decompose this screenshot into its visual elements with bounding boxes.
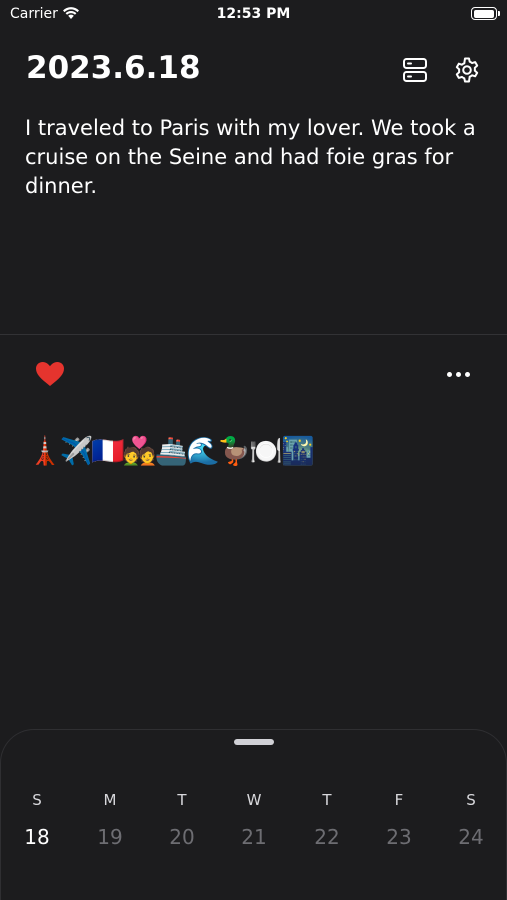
diary-screen: Carrier 12:53 PM 2023.6.18 I traveled to… [0,0,507,900]
day-cell[interactable]: 22 [302,816,352,858]
server-stack-icon [403,58,427,82]
status-bar: Carrier 12:53 PM [0,0,507,30]
page-title: 2023.6.18 [26,50,201,86]
weekday-label: S [466,791,476,809]
entry-text: I traveled to Paris with my lover. We to… [25,116,476,198]
sheet-grabber-handle[interactable] [234,739,274,745]
heart-icon [36,362,64,386]
weekday-label: T [322,791,332,809]
weekday-label: T [177,791,187,809]
like-button[interactable] [34,360,66,388]
gear-icon [455,57,479,83]
day-number: 20 [169,825,195,849]
settings-button[interactable] [452,55,482,85]
day-cell-selected[interactable]: 18 [12,816,62,858]
day-number: 22 [314,825,340,849]
weekday-label: W [246,791,262,809]
more-dot [455,371,461,377]
weekday-label: S [32,791,42,809]
day-number: 19 [97,825,123,849]
day-cell[interactable]: 24 [446,816,496,858]
weekday-label: F [394,791,404,809]
calendar-sheet[interactable] [0,729,507,900]
more-dot [446,371,452,377]
day-number: 23 [386,825,412,849]
day-number: 24 [458,825,484,849]
day-number: 21 [241,825,267,849]
divider [0,334,507,335]
status-time: 12:53 PM [216,6,291,22]
battery-icon [471,7,500,20]
day-cell[interactable]: 23 [374,816,424,858]
day-cell[interactable]: 19 [85,816,135,858]
weekday-label: M [103,791,117,809]
list-button[interactable] [400,55,430,85]
more-options-button[interactable] [442,362,474,386]
day-cell[interactable]: 21 [229,816,279,858]
emoji-summary: 🗼✈️🇫🇷💑🚢🌊🦆🍽️🌃 [28,436,315,467]
day-cell[interactable]: 20 [157,816,207,858]
more-dot [464,371,470,377]
day-number: 18 [24,825,50,849]
